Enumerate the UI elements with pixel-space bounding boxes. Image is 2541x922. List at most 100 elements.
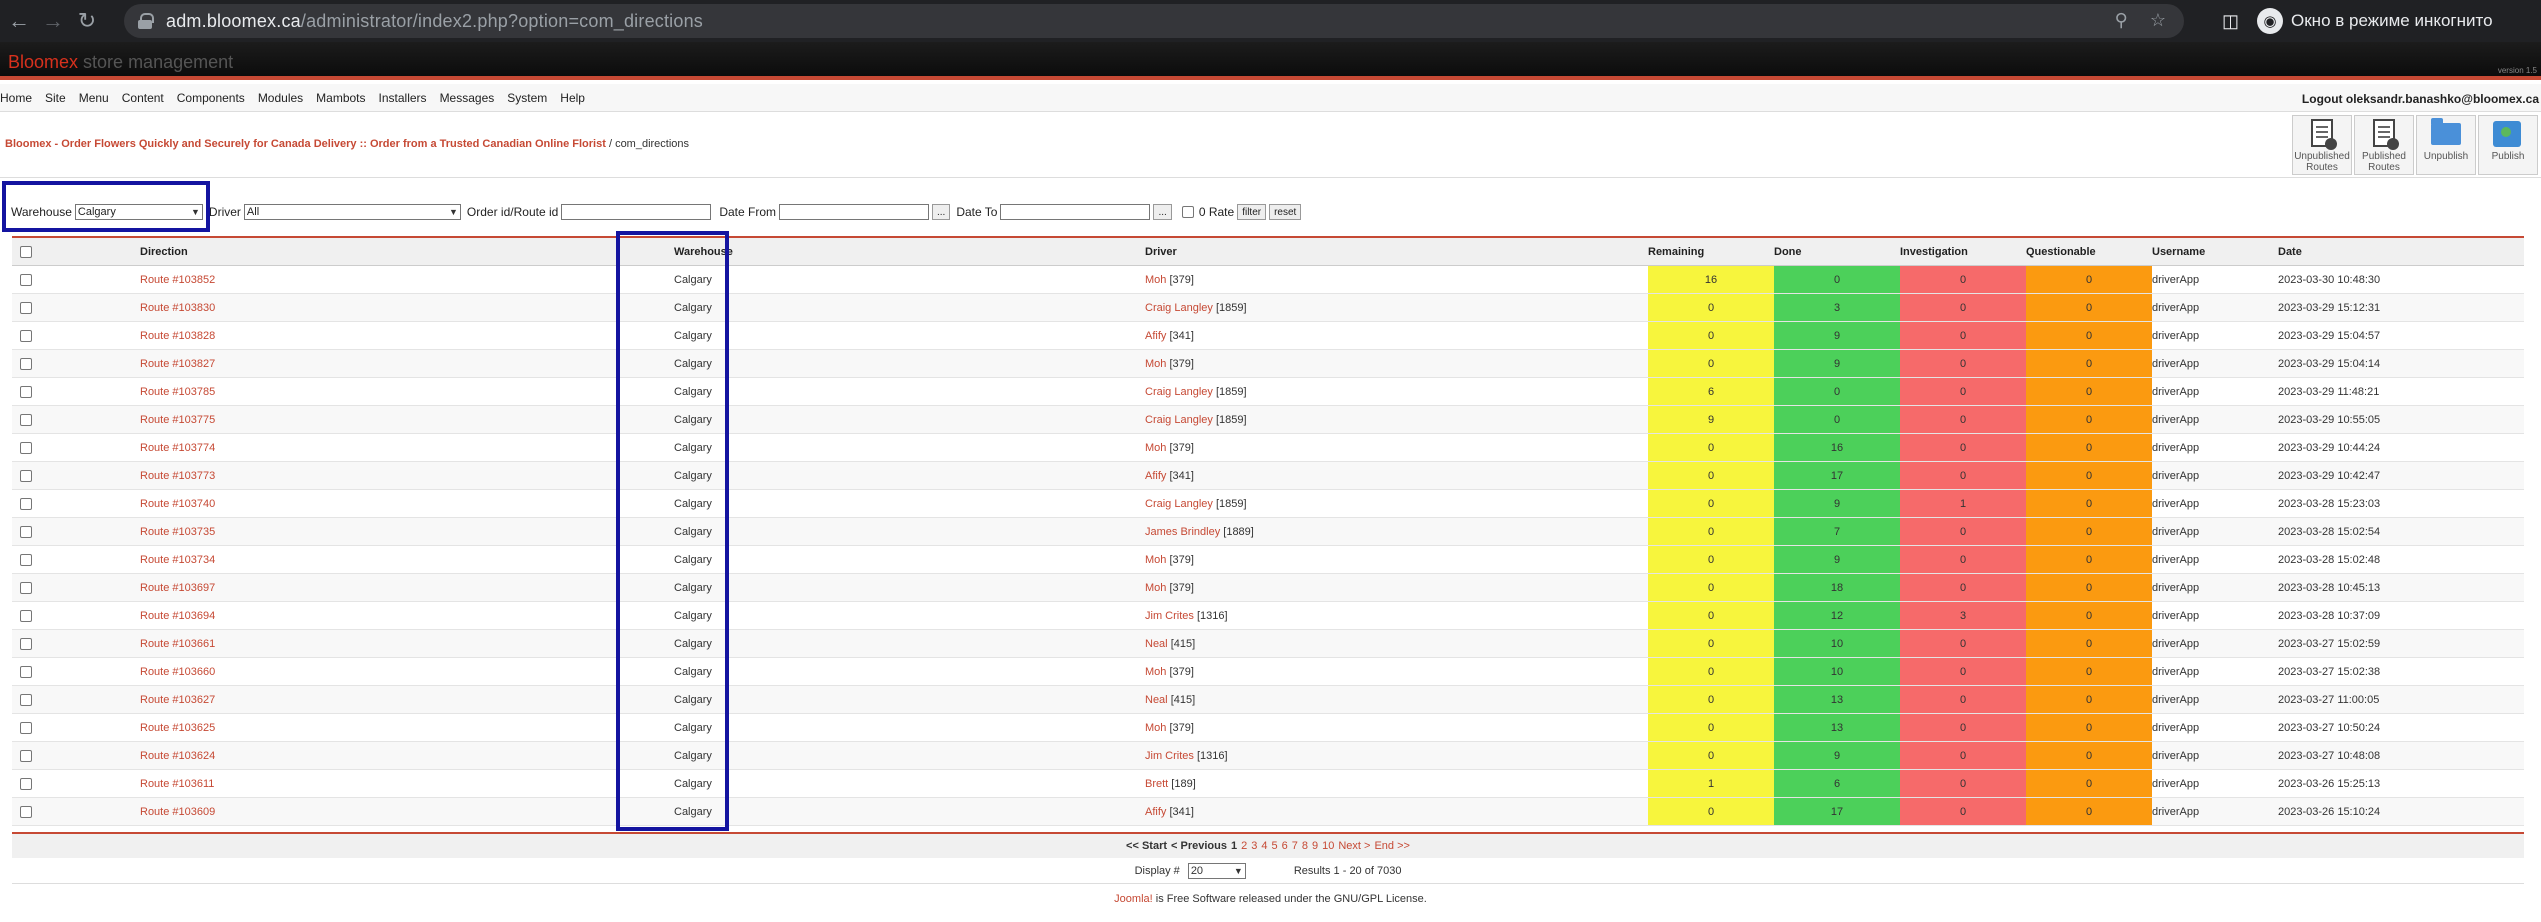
menu-system[interactable]: System — [507, 91, 547, 105]
driver-link[interactable]: Afify — [1145, 806, 1166, 818]
display-count-select[interactable]: 20 ▼ — [1187, 862, 1246, 879]
route-link[interactable]: Route #103827 — [140, 358, 215, 370]
menu-site[interactable]: Site — [45, 91, 66, 105]
driver-link[interactable]: Craig Langley — [1145, 386, 1213, 398]
bookmark-star-icon[interactable]: ☆ — [2150, 10, 2166, 31]
pagination-page[interactable]: 7 — [1292, 840, 1298, 852]
route-link[interactable]: Route #103697 — [140, 582, 215, 594]
route-link[interactable]: Route #103774 — [140, 442, 215, 454]
pagination-end[interactable]: End >> — [1374, 840, 1409, 852]
row-checkbox[interactable] — [20, 637, 32, 650]
driver-select[interactable]: All ▼ — [243, 204, 461, 220]
back-icon[interactable]: ← — [2, 4, 36, 38]
route-link[interactable]: Route #103785 — [140, 386, 215, 398]
route-link[interactable]: Route #103661 — [140, 638, 215, 650]
driver-link[interactable]: James Brindley — [1145, 526, 1220, 538]
route-link[interactable]: Route #103773 — [140, 470, 215, 482]
row-checkbox[interactable] — [20, 609, 32, 622]
row-checkbox[interactable] — [20, 777, 32, 790]
menu-components[interactable]: Components — [177, 91, 245, 105]
driver-link[interactable]: Afify — [1145, 470, 1166, 482]
pagination-page[interactable]: 6 — [1282, 840, 1288, 852]
menu-installers[interactable]: Installers — [379, 91, 427, 105]
menu-help[interactable]: Help — [560, 91, 585, 105]
driver-link[interactable]: Moh — [1145, 554, 1166, 566]
pagination-page[interactable]: 10 — [1322, 840, 1334, 852]
pagination-page[interactable]: 4 — [1261, 840, 1267, 852]
driver-link[interactable]: Craig Langley — [1145, 498, 1213, 510]
route-link[interactable]: Route #103611 — [140, 778, 214, 790]
route-link[interactable]: Route #103828 — [140, 330, 215, 342]
driver-link[interactable]: Moh — [1145, 582, 1166, 594]
row-checkbox[interactable] — [20, 721, 32, 734]
column-direction[interactable]: Direction — [140, 246, 642, 258]
pagination-page[interactable]: 5 — [1271, 840, 1277, 852]
logout-link[interactable]: Logout oleksandr.banashko@bloomex.ca — [2302, 92, 2539, 106]
route-link[interactable]: Route #103625 — [140, 722, 215, 734]
driver-link[interactable]: Neal — [1145, 694, 1168, 706]
zoom-icon[interactable]: ⚲ — [2115, 10, 2128, 31]
route-link[interactable]: Route #103627 — [140, 694, 215, 706]
date-from-input[interactable] — [779, 204, 929, 220]
published-routes-button[interactable]: Published Routes — [2354, 115, 2414, 175]
pagination-page[interactable]: 8 — [1302, 840, 1308, 852]
warehouse-select[interactable]: Calgary ▼ — [74, 204, 203, 220]
menu-content[interactable]: Content — [122, 91, 164, 105]
incognito-indicator[interactable]: ◉ Окно в режиме инкогнито — [2257, 8, 2493, 34]
address-bar[interactable]: adm.bloomex.ca/administrator/index2.php?… — [124, 4, 2184, 38]
pagination-page[interactable]: 2 — [1241, 840, 1247, 852]
driver-link[interactable]: Moh — [1145, 722, 1166, 734]
row-checkbox[interactable] — [20, 553, 32, 566]
date-to-input[interactable] — [1000, 204, 1151, 220]
publish-button[interactable]: Publish — [2478, 115, 2538, 175]
driver-link[interactable]: Neal — [1145, 638, 1168, 650]
row-checkbox[interactable] — [20, 805, 32, 818]
driver-link[interactable]: Moh — [1145, 274, 1166, 286]
row-checkbox[interactable] — [20, 469, 32, 482]
row-checkbox[interactable] — [20, 497, 32, 510]
driver-link[interactable]: Moh — [1145, 358, 1166, 370]
route-link[interactable]: Route #103740 — [140, 498, 215, 510]
joomla-link[interactable]: Joomla! — [1114, 893, 1153, 905]
filter-button[interactable]: filter — [1237, 204, 1267, 220]
zero-rate-checkbox[interactable] — [1181, 206, 1194, 218]
menu-modules[interactable]: Modules — [258, 91, 303, 105]
row-checkbox[interactable] — [20, 693, 32, 706]
driver-link[interactable]: Moh — [1145, 442, 1166, 454]
route-link[interactable]: Route #103830 — [140, 302, 215, 314]
row-checkbox[interactable] — [20, 301, 32, 314]
row-checkbox[interactable] — [20, 665, 32, 678]
row-checkbox[interactable] — [20, 441, 32, 454]
route-link[interactable]: Route #103694 — [140, 610, 215, 622]
driver-link[interactable]: Craig Langley — [1145, 414, 1213, 426]
side-panel-icon[interactable]: ◫ — [2222, 11, 2239, 32]
menu-mambots[interactable]: Mambots — [316, 91, 365, 105]
route-link[interactable]: Route #103775 — [140, 414, 215, 426]
menu-menu[interactable]: Menu — [79, 91, 109, 105]
forward-icon[interactable]: → — [36, 4, 70, 38]
driver-link[interactable]: Craig Langley — [1145, 302, 1213, 314]
row-checkbox[interactable] — [20, 525, 32, 538]
route-link[interactable]: Route #103660 — [140, 666, 215, 678]
order-id-input[interactable] — [561, 204, 712, 220]
menu-home[interactable]: Home — [0, 91, 32, 105]
route-link[interactable]: Route #103624 — [140, 750, 215, 762]
row-checkbox[interactable] — [20, 749, 32, 762]
driver-link[interactable]: Moh — [1145, 666, 1166, 678]
row-checkbox[interactable] — [20, 581, 32, 594]
driver-link[interactable]: Jim Crites — [1145, 750, 1194, 762]
row-checkbox[interactable] — [20, 385, 32, 398]
driver-link[interactable]: Brett — [1145, 778, 1168, 790]
column-warehouse[interactable]: Warehouse — [642, 246, 1145, 258]
row-checkbox[interactable] — [20, 357, 32, 370]
driver-link[interactable]: Afify — [1145, 330, 1166, 342]
breadcrumb-site-link[interactable]: Bloomex - Order Flowers Quickly and Secu… — [5, 138, 606, 150]
row-checkbox[interactable] — [20, 329, 32, 342]
unpublish-button[interactable]: Unpublish — [2416, 115, 2476, 175]
unpublished-routes-button[interactable]: Unpublished Routes — [2292, 115, 2352, 175]
route-link[interactable]: Route #103735 — [140, 526, 215, 538]
route-link[interactable]: Route #103734 — [140, 554, 215, 566]
row-checkbox[interactable] — [20, 413, 32, 426]
route-link[interactable]: Route #103609 — [140, 806, 215, 818]
pagination-page[interactable]: 9 — [1312, 840, 1318, 852]
